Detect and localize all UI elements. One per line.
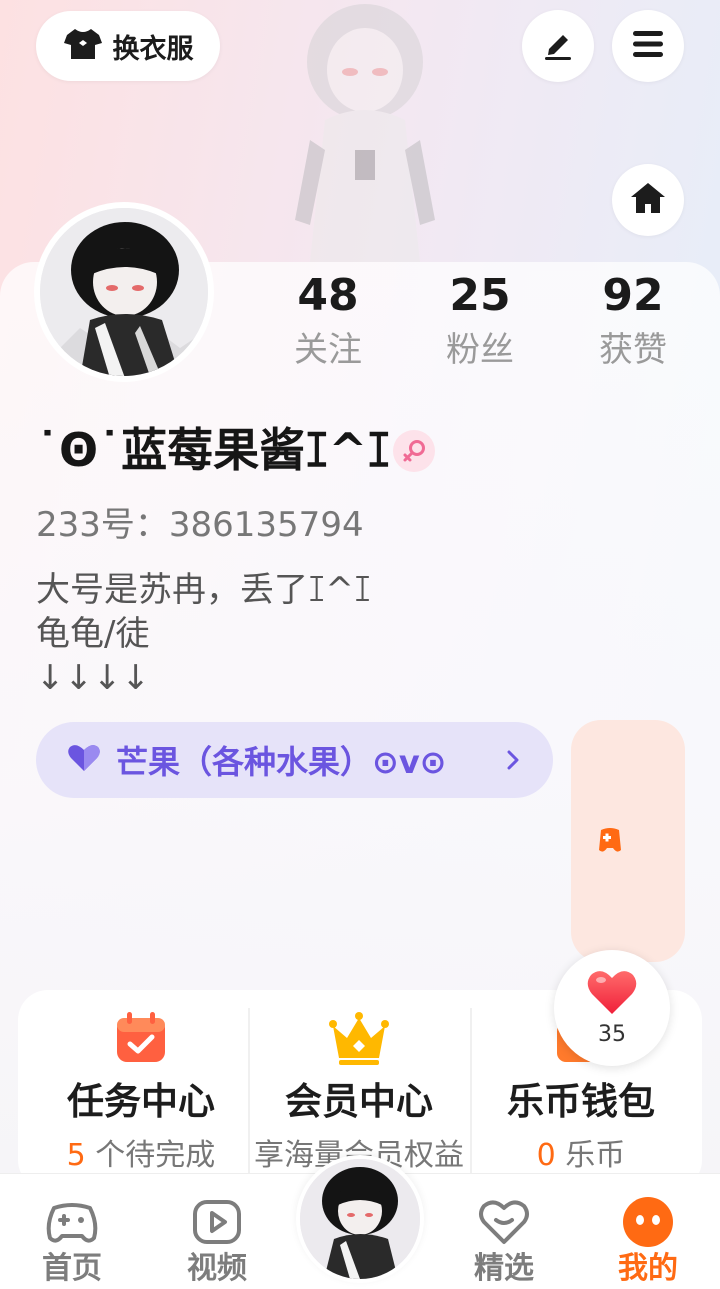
- following-count: 48: [297, 270, 359, 321]
- change-outfit-label: 换衣服: [112, 33, 194, 65]
- like-float-button[interactable]: 35: [554, 950, 670, 1066]
- heart-medal-icon: [66, 743, 102, 777]
- hamburger-menu-icon: [631, 29, 665, 63]
- nav-video[interactable]: 视频: [157, 1174, 277, 1289]
- wallet-title: 乐币钱包: [507, 1080, 655, 1123]
- game-controller-icon: [597, 826, 623, 858]
- shirt-icon: [63, 27, 103, 65]
- play-icon: [189, 1194, 245, 1250]
- mine-face-icon: [620, 1194, 676, 1250]
- likes-count: 92: [602, 270, 664, 321]
- game-side-panel[interactable]: [571, 720, 685, 962]
- nav-avatar-button[interactable]: [296, 1155, 424, 1283]
- fan-medal-button[interactable]: 芒果（各种水果）⊙v⊙: [36, 722, 553, 798]
- menu-button[interactable]: [612, 10, 684, 82]
- task-center-button[interactable]: 任务中心 5 个待完成: [30, 990, 252, 1190]
- female-gender-icon: [393, 430, 435, 472]
- stat-following[interactable]: 48 关注: [253, 270, 403, 370]
- fans-label: 粉丝: [446, 330, 514, 370]
- likes-label: 获赞: [599, 330, 667, 370]
- nav-featured[interactable]: 精选: [444, 1174, 564, 1289]
- change-outfit-button[interactable]: 换衣服: [36, 11, 220, 81]
- nav-featured-label: 精选: [474, 1251, 534, 1286]
- like-count: 35: [598, 1022, 626, 1047]
- nav-home[interactable]: 首页: [12, 1174, 132, 1289]
- calendar-check-icon: [111, 1008, 171, 1068]
- house-icon: [629, 181, 667, 219]
- following-label: 关注: [294, 330, 362, 370]
- wallet-sub: 0 乐币: [536, 1138, 626, 1173]
- stat-likes[interactable]: 92 获赞: [558, 270, 708, 370]
- user-id: 233号：386135794: [36, 505, 364, 545]
- pencil-icon: [541, 27, 575, 65]
- heart-chat-icon: [476, 1194, 532, 1250]
- username: ˙Ꙩ˙蓝莓果酱ꕯ^ꕯ: [36, 423, 391, 477]
- fan-medal-label: 芒果（各种水果）⊙v⊙: [116, 743, 447, 781]
- stat-fans[interactable]: 25 粉丝: [405, 270, 555, 370]
- profile-avatar[interactable]: [34, 202, 214, 382]
- gamepad-icon: [44, 1194, 100, 1250]
- heart-icon: [586, 968, 638, 1020]
- task-center-sub: 5 个待完成: [66, 1138, 216, 1173]
- task-center-title: 任务中心: [67, 1080, 215, 1123]
- edit-profile-button[interactable]: [522, 10, 594, 82]
- avatar-3d-figure[interactable]: [270, 0, 460, 262]
- homepage-button[interactable]: [612, 164, 684, 236]
- nav-mine-label: 我的: [618, 1251, 678, 1286]
- nav-video-label: 视频: [187, 1251, 247, 1286]
- nav-home-label: 首页: [42, 1251, 102, 1286]
- crown-icon: [329, 1008, 389, 1068]
- vip-center-title: 会员中心: [285, 1080, 433, 1123]
- chevron-right-icon: [505, 744, 523, 780]
- nav-mine[interactable]: 我的: [588, 1174, 708, 1289]
- fans-count: 25: [449, 270, 511, 321]
- bio-text: 大号是苏冉，丢了ꕯ^ꕯ 龟龟/徒 ↓↓↓↓: [36, 570, 372, 698]
